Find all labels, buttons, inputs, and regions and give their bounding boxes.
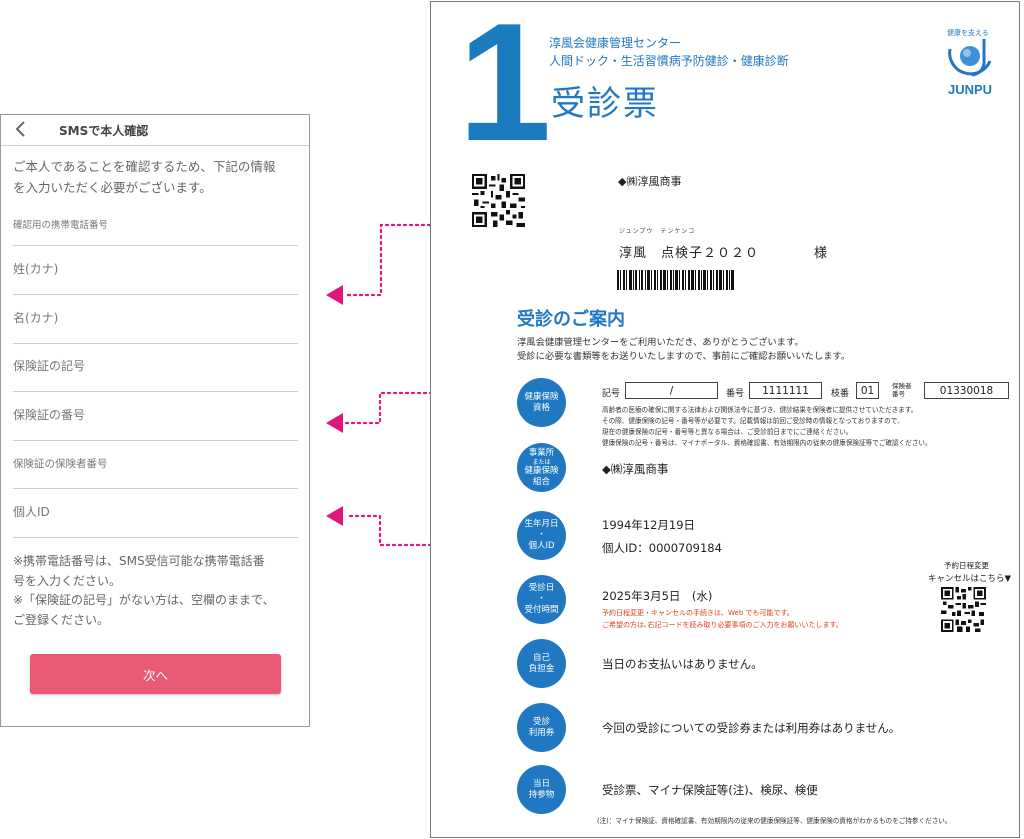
junpu-logo-icon [948, 39, 992, 77]
badge-text: 受診日 [528, 583, 555, 593]
visit-date-badge: 受診日 ・ 受付時間 [517, 575, 566, 624]
guide-title: 受診のご案内 [517, 309, 625, 330]
rebook-notice: 予約日程変更・キャンセルの手続きは、Web でも可能です。 [602, 609, 794, 617]
items-footnote: (注)：マイナ保険証、資格確認書、有効期限内の従来の健康保険証等、健康保険の資格… [597, 817, 952, 825]
badge-text: 健康保険 [524, 391, 559, 402]
insurance-note: 健康保険の記号・番号は、マイナポータル、資格確認書、有効期限内の従来の健康保険証… [602, 439, 932, 447]
birth-id-badge: 生年月日 ・ 個人ID [517, 511, 566, 560]
badge-text: 当日 [532, 778, 550, 789]
office-badge: 事業所 または 健康保険 組合 [517, 443, 566, 492]
honorific: 様 [814, 246, 828, 261]
document-title: 受診票 [551, 84, 659, 124]
badge-text: または [532, 458, 551, 466]
items-badge: 当日 持参物 [517, 765, 566, 814]
voucher-badge: 受診 利用券 [517, 703, 566, 752]
rebook-link-label[interactable]: キャンセルはこちら▼ [928, 572, 1011, 584]
insurance-note: 高齢者の医療の確保に関する法律および関係法令に基づき、健診結果を保険者に提供させ… [602, 406, 918, 414]
badge-text: ・ [537, 530, 546, 540]
branch-label: 枝番 [831, 389, 850, 399]
insurer-label-line: 保険者 [892, 382, 912, 390]
slip-number: 1 [458, 0, 551, 176]
badge-text: 生年月日 [524, 519, 559, 529]
qr-code-icon[interactable] [472, 174, 525, 227]
badge-text: 資格 [532, 402, 550, 413]
items-value: 受診票、マイナ保険証等(注)、検尿、検便 [602, 783, 818, 797]
service-description: 人間ドック・生活習慣病予防健診・健康診断 [549, 54, 789, 68]
payment-badge: 自己 負担金 [517, 639, 566, 688]
arrow-head-icon [326, 285, 343, 305]
rebook-label: 予約日程変更 [944, 561, 989, 570]
symbol-label: 記号 [602, 389, 621, 399]
badge-text: 受診 [532, 716, 550, 727]
symbol-value: / [625, 382, 718, 399]
guide-text: 淳風会健康管理センターをご利用いただき、ありがとうございます。 [517, 337, 804, 348]
rebook-notice: ご希望の方は､右記コードを読み取り必要事項のご入力をお願いいたします。 [602, 621, 843, 629]
checkup-slip-document: 1 淳風会健康管理センター 人間ドック・生活習慣病予防健診・健康診断 受診票 健… [430, 0, 1020, 838]
rebook-qr-code-icon[interactable] [941, 587, 986, 632]
insurer-label: 保険者 番号 [892, 382, 912, 398]
number-value: 1111111 [749, 382, 822, 399]
badge-text: 組合 [532, 476, 550, 487]
branch-value: 01 [856, 382, 879, 399]
badge-text: 個人ID [528, 541, 555, 551]
office-value: ◆㈱淳風商事 [602, 462, 669, 476]
logo-text: JUNPU [948, 82, 993, 97]
organization-name: 淳風会健康管理センター [549, 36, 682, 50]
guide-text: 受診に必要な書類等をお送りいたしますので、事前にご確認お願いいたします。 [517, 351, 851, 362]
payment-value: 当日のお支払いはありません。 [602, 657, 763, 671]
patient-name-kana: ジュンプウ テンケンコ [619, 228, 696, 235]
barcode-icon [617, 270, 734, 290]
insurance-badge: 健康保険 資格 [517, 378, 566, 427]
insurer-value: 01330018 [924, 382, 1009, 399]
badge-text: 事業所 [528, 447, 555, 458]
arrow-head-icon [326, 413, 343, 433]
visit-date-value: 2025年3月5日 (水) [602, 589, 713, 603]
arrow-head-icon [326, 506, 343, 526]
company-name: ◆㈱淳風商事 [618, 175, 682, 188]
patient-name: 淳風 点検子２０２０ [619, 246, 760, 261]
badge-text: 自己 [532, 652, 550, 663]
insurance-note: 現在の健康保険の記号・番号等と異なる場合は、ご受診前日までにご連絡ください。 [602, 428, 853, 436]
insurer-label-line: 番号 [892, 390, 905, 398]
insurance-note: その際、健康保険の記号・番号等が必要です。記載情報は前回ご受診時の情報となってお… [602, 417, 904, 425]
birth-date-value: 1994年12月19日 [602, 518, 696, 532]
personal-id-value: 個人ID：0000709184 [602, 541, 722, 555]
badge-text: 負担金 [528, 663, 555, 674]
badge-text: 健康保険 [524, 465, 559, 476]
badge-text: 受付時間 [524, 605, 559, 615]
number-label: 番号 [726, 389, 745, 399]
voucher-value: 今回の受診についての受診券または利用券はありません。 [602, 721, 901, 735]
badge-text: 利用券 [528, 727, 555, 738]
badge-text: 持参物 [528, 789, 555, 800]
badge-text: ・ [537, 594, 546, 604]
